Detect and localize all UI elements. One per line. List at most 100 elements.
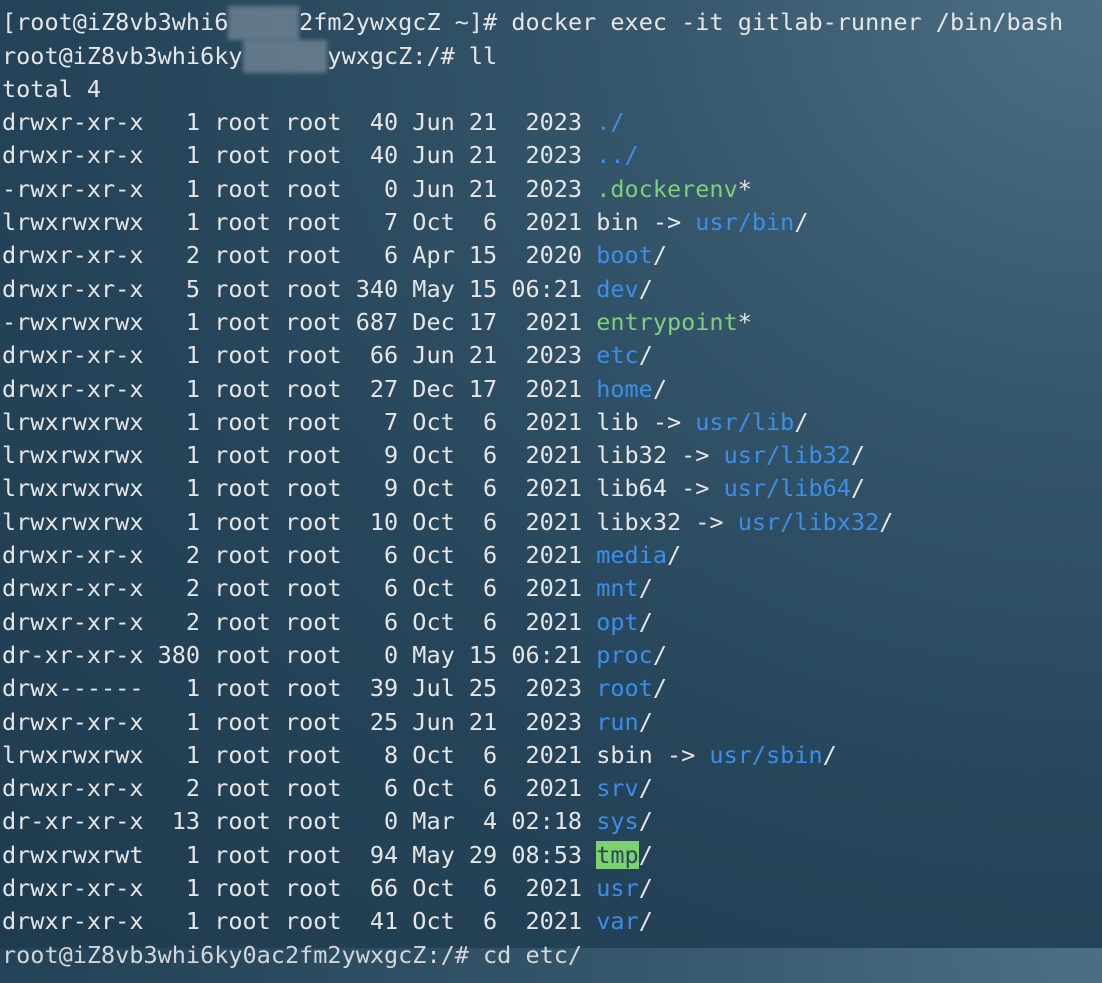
- file-type-suffix: /: [638, 774, 653, 803]
- listing-row: drwx------ 1 root root 39 Jul 25 2023 ro…: [0, 672, 1102, 705]
- listing-row: drwxr-xr-x 2 root root 6 Oct 6 2021 opt/: [0, 606, 1102, 639]
- listing-row: lrwxrwxrwx 1 root root 7 Oct 6 2021 bin …: [0, 206, 1102, 239]
- file-name: ./: [596, 108, 625, 137]
- file-name: root: [596, 674, 653, 703]
- file-name: home: [596, 374, 653, 403]
- listing-row: drwxr-xr-x 1 root root 27 Dec 17 2021 ho…: [0, 373, 1102, 406]
- file-meta: lrwxrwxrwx 1 root root 7 Oct 6 2021: [2, 208, 597, 237]
- symlink-arrow: ->: [652, 740, 710, 769]
- file-type-suffix: /: [638, 707, 653, 736]
- file-type-suffix: /: [638, 907, 653, 936]
- file-name: lib: [596, 407, 639, 436]
- file-meta: drwxr-xr-x 2 root root 6 Apr 15 2020: [2, 241, 597, 270]
- file-type-suffix: /: [652, 640, 667, 669]
- file-meta: dr-xr-xr-x 13 root root 0 Mar 4 02:18: [2, 807, 597, 836]
- listing-row: lrwxrwxrwx 1 root root 9 Oct 6 2021 lib6…: [0, 472, 1102, 505]
- partial-bottom-line: root@iZ8vb3whi6ky0ac2fm2ywxgcZ:/# cd etc…: [0, 939, 1102, 972]
- file-meta: -rwxr-xr-x 1 root root 0 Jun 21 2023: [2, 174, 597, 203]
- directory-listing: drwxr-xr-x 1 root root 40 Jun 21 2023 ./…: [0, 106, 1102, 938]
- file-type-suffix: /: [652, 674, 667, 703]
- listing-row: -rwxr-xr-x 1 root root 0 Jun 21 2023 .do…: [0, 173, 1102, 206]
- listing-row: dr-xr-xr-x 13 root root 0 Mar 4 02:18 sy…: [0, 805, 1102, 838]
- symlink-target: usr/lib64: [723, 474, 851, 503]
- file-meta: drwx------ 1 root root 39 Jul 25 2023: [2, 674, 597, 703]
- listing-row: lrwxrwxrwx 1 root root 7 Oct 6 2021 lib …: [0, 406, 1102, 439]
- file-type-suffix: /: [638, 341, 653, 370]
- file-type-suffix: /: [638, 574, 653, 603]
- command-text: ll: [468, 41, 498, 70]
- listing-row: drwxr-xr-x 1 root root 40 Jun 21 2023 ..…: [0, 139, 1102, 172]
- file-type-suffix: /: [652, 374, 667, 403]
- listing-row: drwxr-xr-x 2 root root 6 Oct 6 2021 medi…: [0, 539, 1102, 572]
- partial-top-line: root: [0, 0, 1102, 6]
- file-type-suffix: /: [638, 607, 653, 636]
- file-type-suffix: /: [794, 407, 809, 436]
- prompt-text-end: 2fm2ywxgcZ ~]#: [299, 8, 512, 37]
- file-name: lib32: [596, 441, 667, 470]
- file-name: entrypoint: [596, 307, 738, 336]
- file-name: lib64: [596, 474, 667, 503]
- file-type-suffix: /: [850, 474, 866, 503]
- symlink-arrow: ->: [666, 441, 724, 470]
- file-meta: drwxrwxrwt 1 root root 94 May 29 08:53: [2, 840, 597, 869]
- file-meta: lrwxrwxrwx 1 root root 9 Oct 6 2021: [2, 441, 597, 470]
- listing-row: drwxrwxrwt 1 root root 94 May 29 08:53 t…: [0, 839, 1102, 872]
- file-type-suffix: /: [666, 541, 682, 570]
- file-meta: drwxr-xr-x 2 root root 6 Oct 6 2021: [2, 607, 597, 636]
- listing-row: lrwxrwxrwx 1 root root 9 Oct 6 2021 lib3…: [0, 439, 1102, 472]
- symlink-arrow: ->: [638, 407, 696, 436]
- symlink-arrow: ->: [681, 507, 738, 536]
- total-line: total 4: [2, 74, 102, 103]
- file-name: srv: [596, 774, 639, 803]
- file-name: usr: [596, 874, 639, 903]
- file-meta: drwxr-xr-x 2 root root 6 Oct 6 2021: [2, 541, 597, 570]
- file-name: libx32: [596, 507, 682, 536]
- terminal-screen[interactable]: root [root@iZ8vb3whi6ky0ac2fm2ywxgcZ ~]#…: [0, 0, 1102, 983]
- file-name: dev: [596, 274, 639, 303]
- symlink-target: usr/lib32: [723, 441, 851, 470]
- listing-row: drwxr-xr-x 2 root root 6 Oct 6 2021 mnt/: [0, 572, 1102, 605]
- file-meta: lrwxrwxrwx 1 root root 10 Oct 6 2021: [2, 507, 597, 536]
- file-meta: lrwxrwxrwx 1 root root 9 Oct 6 2021: [2, 474, 597, 503]
- file-meta: lrwxrwxrwx 1 root root 8 Oct 6 2021: [2, 740, 597, 769]
- listing-row: -rwxrwxrwx 1 root root 687 Dec 17 2021 e…: [0, 306, 1102, 339]
- redacted-hostname: 0ac2fm: [242, 39, 328, 73]
- file-meta: drwxr-xr-x 2 root root 6 Oct 6 2021: [2, 574, 597, 603]
- partial-top-text: root: [2, 0, 59, 3]
- listing-row: lrwxrwxrwx 1 root root 10 Oct 6 2021 lib…: [0, 506, 1102, 539]
- listing-row: lrwxrwxrwx 1 root root 8 Oct 6 2021 sbin…: [0, 739, 1102, 772]
- prompt-line-container: root@iZ8vb3whi6ky0ac2fmywxgcZ:/# ll: [0, 39, 1102, 73]
- listing-row: drwxr-xr-x 1 root root 25 Jun 21 2023 ru…: [0, 706, 1102, 739]
- file-meta: drwxr-xr-x 5 root root 340 May 15 06:21: [2, 274, 597, 303]
- symlink-arrow: ->: [638, 208, 696, 237]
- listing-row: drwxr-xr-x 1 root root 41 Oct 6 2021 var…: [0, 905, 1102, 938]
- file-meta: drwxr-xr-x 1 root root 66 Jun 21 2023: [2, 341, 597, 370]
- file-name: sys: [596, 807, 639, 836]
- prompt-text-end: ywxgcZ:/#: [327, 41, 469, 70]
- file-type-suffix: /: [638, 874, 653, 903]
- file-name: etc: [596, 341, 639, 370]
- file-type-suffix: /: [794, 208, 809, 237]
- file-type-suffix: /: [879, 507, 894, 536]
- file-type-suffix: /: [638, 807, 653, 836]
- redacted-hostname: ky0ac: [228, 6, 300, 40]
- prompt-line-host: [root@iZ8vb3whi6ky0ac2fm2ywxgcZ ~]# dock…: [0, 6, 1102, 40]
- file-meta: dr-xr-xr-x 380 root root 0 May 15 06:21: [2, 640, 597, 669]
- file-type-suffix: *: [737, 174, 752, 203]
- file-name: mnt: [596, 574, 639, 603]
- symlink-arrow: ->: [666, 474, 724, 503]
- file-meta: drwxr-xr-x 1 root root 40 Jun 21 2023: [2, 141, 597, 170]
- file-name: .dockerenv: [596, 174, 738, 203]
- file-name: ../: [596, 141, 639, 170]
- listing-row: dr-xr-xr-x 380 root root 0 May 15 06:21 …: [0, 639, 1102, 672]
- file-name: tmp: [596, 840, 639, 869]
- command-text: docker exec -it gitlab-runner /bin/bash: [511, 8, 1064, 37]
- file-type-suffix: /: [850, 441, 866, 470]
- prompt-text: root@iZ8vb3whi6ky: [2, 41, 243, 70]
- file-type-suffix: /: [652, 241, 667, 270]
- file-type-suffix: /: [822, 740, 837, 769]
- listing-row: drwxr-xr-x 1 root root 66 Jun 21 2023 et…: [0, 339, 1102, 372]
- file-type-suffix: *: [737, 307, 752, 336]
- symlink-target: usr/lib: [695, 407, 795, 436]
- file-name: var: [596, 907, 639, 936]
